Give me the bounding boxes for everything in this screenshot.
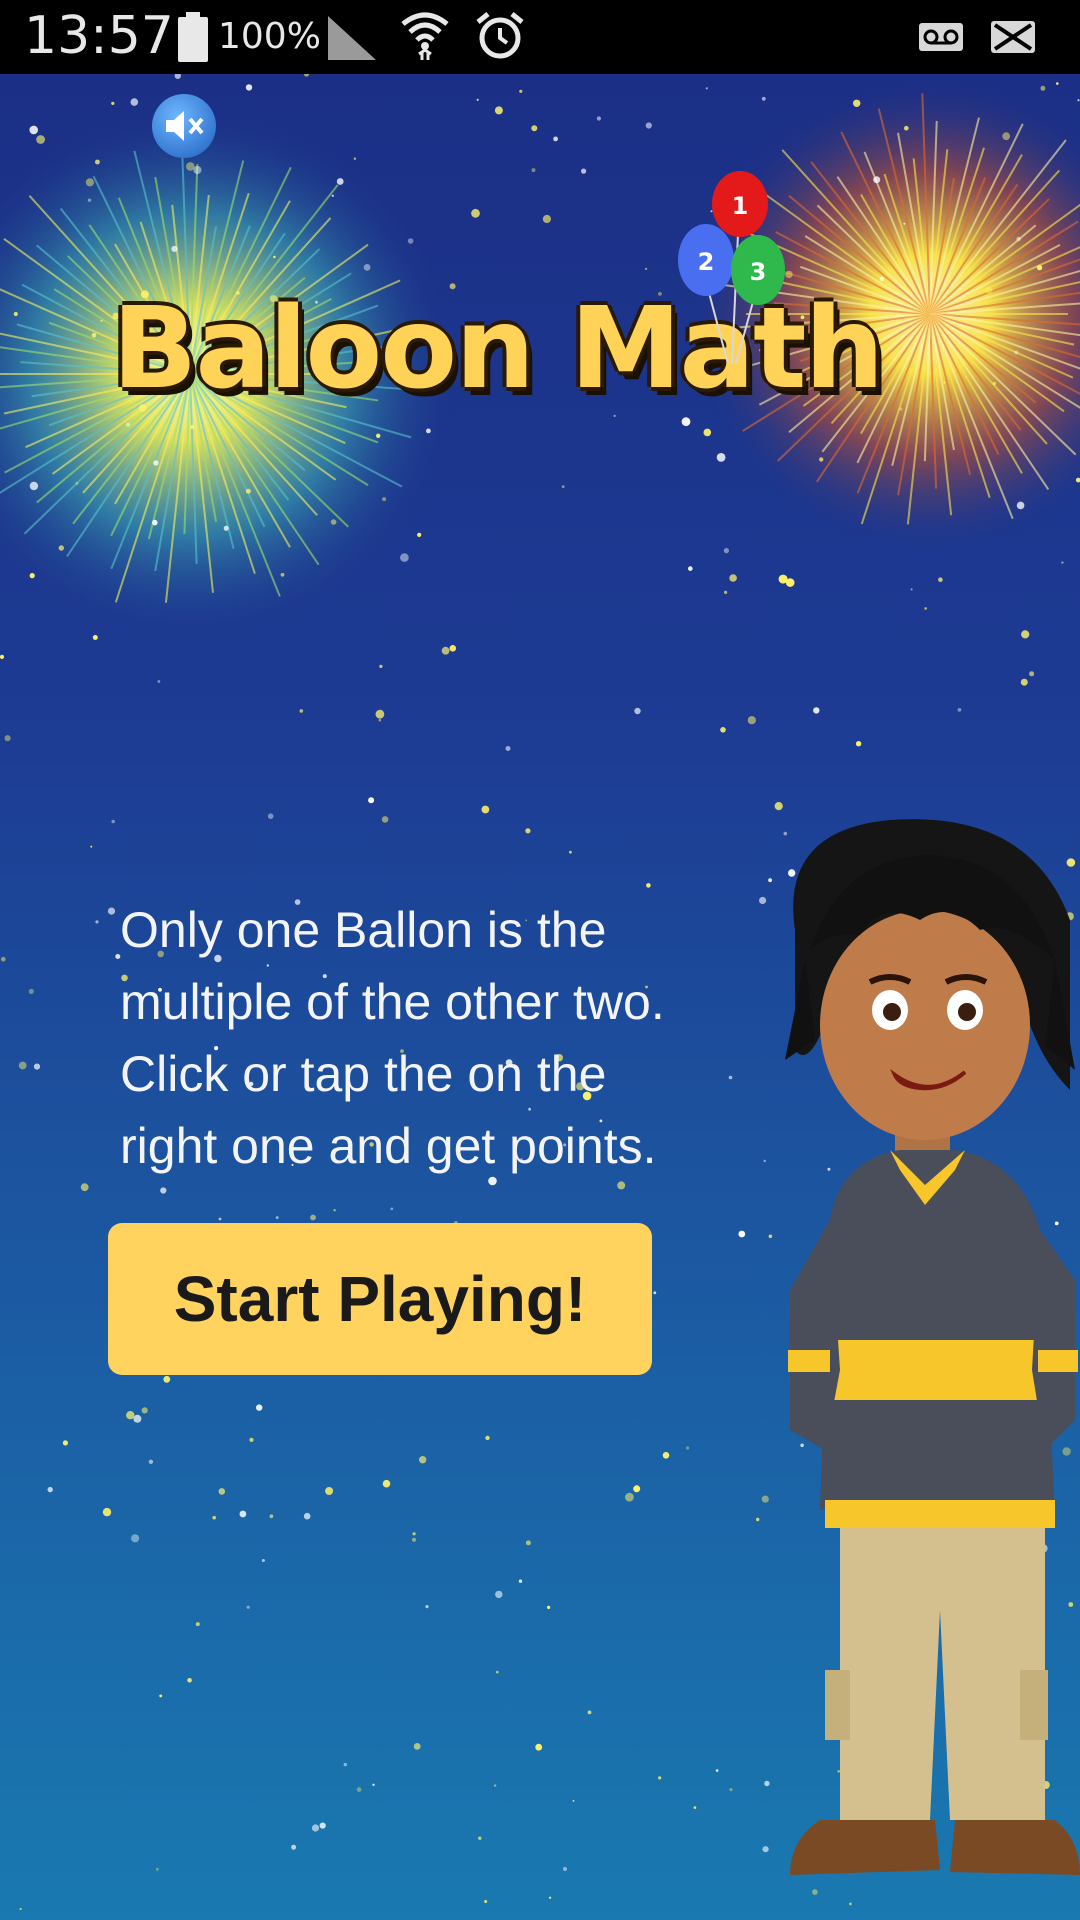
balloons-logo: 1 2 3: [678, 171, 785, 364]
battery-percent: 100%: [218, 16, 321, 57]
boy-character: [785, 819, 1080, 1875]
balloon-1-label: 1: [732, 192, 749, 220]
start-playing-button[interactable]: Start Playing!: [108, 1223, 652, 1375]
status-bar: 13:57 100%: [0, 0, 1080, 74]
instruction-line: right one and get points.: [120, 1118, 657, 1174]
instruction-line: Only one Ballon is the: [120, 902, 607, 958]
balloon-2-label: 2: [698, 248, 715, 276]
status-time: 13:57: [24, 6, 174, 66]
speaker-mute-icon: [166, 111, 204, 141]
balloon-3: 3: [731, 235, 785, 305]
missed-message-icon: [991, 21, 1035, 53]
voicemail-icon: [919, 23, 963, 51]
mute-button[interactable]: [152, 94, 216, 158]
instruction-line: multiple of the other two.: [120, 974, 665, 1030]
balloon-2: 2: [678, 224, 734, 296]
alarm-icon: [476, 12, 524, 59]
instruction-line: Click or tap the on the: [120, 1046, 607, 1102]
instructions-text: Only one Ballon is the multiple of the o…: [120, 894, 700, 1182]
game-screen: Baloon Math 1 2 3 Only one Ballon is the…: [0, 74, 1080, 1920]
signal-icon: [328, 16, 376, 60]
balloon-3-label: 3: [750, 258, 767, 286]
balloon-1: 1: [712, 171, 768, 237]
wifi-icon: [401, 12, 449, 60]
battery-icon: [178, 12, 208, 62]
